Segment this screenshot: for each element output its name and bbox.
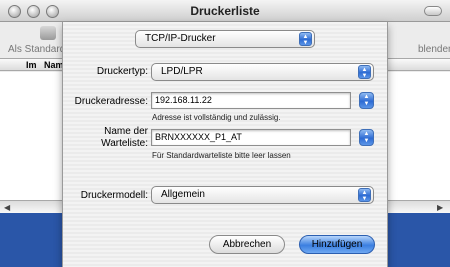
- queue-name-field[interactable]: BRNXXXXXX_P1_AT: [151, 129, 351, 146]
- queue-hint: Für Standardwarteliste bitte leer lassen: [152, 151, 291, 160]
- queue-history-button[interactable]: ▲ ▼: [359, 129, 374, 146]
- add-button[interactable]: Hinzufügen: [299, 235, 375, 254]
- window-title: Druckerliste: [190, 4, 260, 18]
- queue-name-label: Name der Warteliste:: [65, 126, 148, 150]
- desktop-background: [0, 213, 62, 267]
- address-history-button[interactable]: ▲ ▼: [359, 92, 374, 109]
- scroll-left-icon[interactable]: ◀: [4, 203, 10, 212]
- column-header-im[interactable]: Im: [26, 60, 37, 70]
- printer-address-value: 192.168.11.22: [155, 95, 212, 105]
- default-printer-icon[interactable]: [40, 26, 56, 40]
- protocol-popup[interactable]: TCP/IP-Drucker ▲ ▼: [135, 30, 315, 48]
- toolbar-default-label[interactable]: Als Standard: [8, 44, 65, 55]
- column-header-name[interactable]: Nam: [44, 60, 64, 70]
- popup-arrows-icon: ▲ ▼: [358, 188, 371, 202]
- toolbar-toggle-button[interactable]: [424, 6, 442, 16]
- toolbar-hide-label[interactable]: blenden: [418, 44, 450, 55]
- printer-address-label: Druckeradresse:: [74, 96, 148, 107]
- cancel-button[interactable]: Abbrechen: [209, 235, 285, 254]
- printer-type-popup[interactable]: LPD/LPR ▲ ▼: [151, 63, 374, 81]
- printer-model-popup[interactable]: Allgemein ▲ ▼: [151, 186, 374, 204]
- printer-type-value: LPD/LPR: [161, 66, 203, 77]
- queue-name-label-line2: Warteliste:: [101, 138, 148, 149]
- printer-model-label: Druckermodell:: [80, 190, 148, 201]
- printer-model-value: Allgemein: [161, 189, 205, 200]
- queue-name-label-line1: Name der: [104, 126, 148, 137]
- title-bar: Druckerliste: [0, 0, 450, 22]
- popup-arrows-icon: ▲ ▼: [358, 65, 371, 79]
- add-printer-sheet: TCP/IP-Drucker ▲ ▼ Druckertyp: LPD/LPR ▲ ▼…: [62, 22, 388, 267]
- address-hint: Adresse ist vollständig und zulässig.: [152, 113, 281, 122]
- protocol-popup-value: TCP/IP-Drucker: [145, 33, 216, 44]
- queue-name-value: BRNXXXXXX_P1_AT: [155, 132, 242, 142]
- printer-type-label: Druckertyp:: [96, 66, 148, 77]
- printer-address-field[interactable]: 192.168.11.22: [151, 92, 351, 109]
- popup-arrows-icon: ▲ ▼: [299, 32, 312, 46]
- scroll-right-icon[interactable]: ▶: [437, 203, 443, 212]
